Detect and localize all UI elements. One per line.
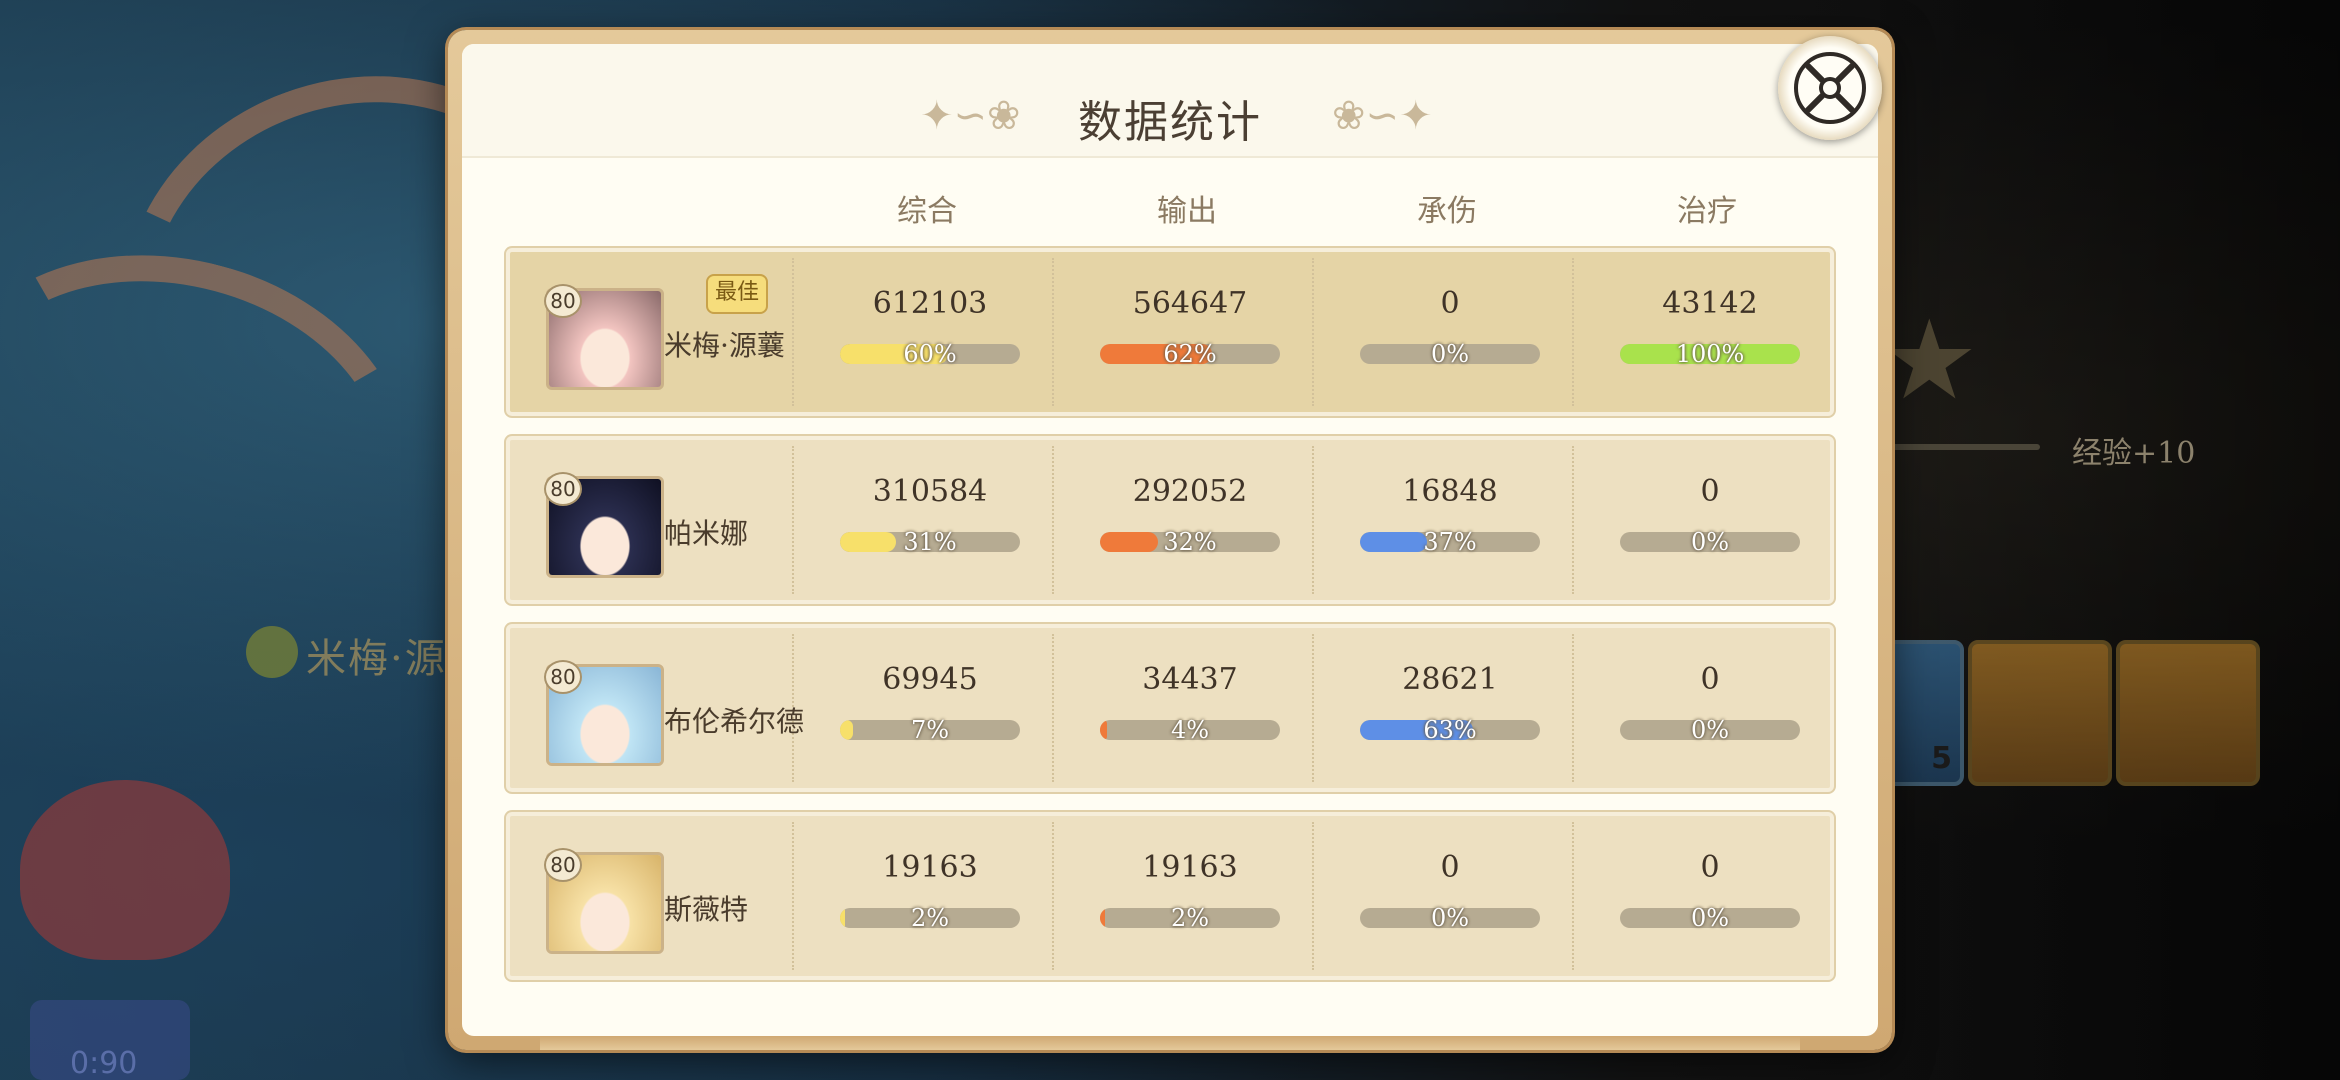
exp-bar	[1890, 444, 2040, 450]
hero-level-badge: 80	[544, 284, 582, 318]
player-stats-row: 80 斯薇特 19163 2% 19163 2% 0 0% 0 0%	[506, 812, 1834, 980]
column-header-heal: 治疗	[1677, 194, 1737, 229]
stat-value: 69945	[882, 662, 978, 697]
stat-value: 310584	[872, 474, 988, 509]
stat-value: 28621	[1402, 662, 1498, 697]
row-divider	[792, 822, 794, 970]
hero-level-badge: 80	[544, 472, 582, 506]
player-stats-row: 80 布伦希尔德 69945 7% 34437 4% 28621 63% 0 0%	[506, 624, 1834, 792]
stat-percent-label: 4%	[1170, 716, 1210, 744]
stat-value: 612103	[872, 286, 988, 321]
stat-cell: 0 0%	[1580, 628, 1840, 788]
row-divider	[792, 446, 794, 594]
stat-value: 0	[1700, 662, 1720, 697]
stat-percent-label: 60%	[903, 340, 957, 368]
stat-percent-label: 2%	[910, 904, 950, 932]
stat-cell: 0 0%	[1580, 816, 1840, 976]
book-icon	[246, 626, 298, 678]
reward-item-card	[2116, 640, 2260, 786]
stat-value: 0	[1440, 286, 1460, 321]
stat-cell: 34437 4%	[1060, 628, 1320, 788]
hero-name: 米梅·源蘘	[664, 329, 785, 362]
exp-text: 经验+10	[2072, 436, 2196, 471]
hero-level-badge: 80	[544, 660, 582, 694]
player-stats-row: 80 帕米娜 310584 31% 292052 32% 16848 37% 0 0%	[506, 436, 1834, 604]
close-button[interactable]	[1778, 36, 1882, 140]
stat-cell: 69945 7%	[800, 628, 1060, 788]
row-divider	[792, 258, 794, 406]
background-dim-overlay	[1880, 0, 2340, 1080]
stat-value: 0	[1440, 850, 1460, 885]
stat-percent-label: 7%	[910, 716, 950, 744]
hero-name: 斯薇特	[664, 893, 749, 926]
title-ornament-right-icon: ❀∽✦	[1332, 93, 1433, 139]
stat-cell: 292052 32%	[1060, 440, 1320, 600]
hero-level-badge: 80	[544, 848, 582, 882]
stat-percent-label: 63%	[1423, 716, 1477, 744]
dialog-title: 数据统计	[1078, 97, 1262, 148]
stat-cell: 19163 2%	[800, 816, 1060, 976]
stat-percent-label: 62%	[1163, 340, 1217, 368]
best-badge: 最佳	[706, 274, 768, 314]
stat-cell: 0 0%	[1320, 816, 1580, 976]
stat-percent-label: 0%	[1690, 716, 1730, 744]
stat-cell: 310584 31%	[800, 440, 1060, 600]
background-timer-text: 0:90	[70, 1046, 138, 1080]
stat-percent-label: 0%	[1430, 340, 1470, 368]
stat-value: 0	[1700, 850, 1720, 885]
stat-cell: 612103 60%	[800, 252, 1060, 412]
stat-percent-label: 0%	[1430, 904, 1470, 932]
column-header-damage: 输出	[1157, 194, 1217, 229]
stat-value: 292052	[1132, 474, 1248, 509]
dialog-bottom-trim	[540, 1036, 1800, 1050]
stat-value: 43142	[1662, 286, 1758, 321]
star-icon: ★	[1880, 296, 1979, 424]
stat-value: 16848	[1402, 474, 1498, 509]
player-stats-row: 80 米梅·源蘘 最佳 612103 60% 564647 62% 0 0% 43142 100%	[506, 248, 1834, 416]
stat-percent-label: 0%	[1690, 528, 1730, 556]
column-header-overall: 综合	[897, 194, 957, 229]
stat-value: 19163	[1142, 850, 1238, 885]
background-octopus-character	[20, 780, 230, 960]
stat-percent-label: 2%	[1170, 904, 1210, 932]
stat-percent-label: 37%	[1423, 528, 1477, 556]
stat-value: 34437	[1142, 662, 1238, 697]
stat-percent-label: 100%	[1675, 340, 1745, 368]
stat-cell: 564647 62%	[1060, 252, 1320, 412]
stat-percent-label: 0%	[1690, 904, 1730, 932]
stat-percent-label: 32%	[1163, 528, 1217, 556]
stat-cell: 43142 100%	[1580, 252, 1840, 412]
reward-item-card	[1968, 640, 2112, 786]
stat-value: 564647	[1132, 286, 1248, 321]
stat-cell: 19163 2%	[1060, 816, 1320, 976]
stat-cell: 16848 37%	[1320, 440, 1580, 600]
stat-cell: 28621 63%	[1320, 628, 1580, 788]
column-header-tank: 承伤	[1417, 194, 1477, 229]
stat-value: 19163	[882, 850, 978, 885]
reward-item-count: 5	[1931, 741, 1952, 776]
stat-value: 0	[1700, 474, 1720, 509]
hero-name: 帕米娜	[664, 517, 749, 550]
stat-cell: 0 0%	[1580, 440, 1840, 600]
stat-percent-label: 31%	[903, 528, 957, 556]
close-icon	[1794, 52, 1866, 124]
hero-name: 布伦希尔德	[664, 705, 805, 738]
stat-cell: 0 0%	[1320, 252, 1580, 412]
